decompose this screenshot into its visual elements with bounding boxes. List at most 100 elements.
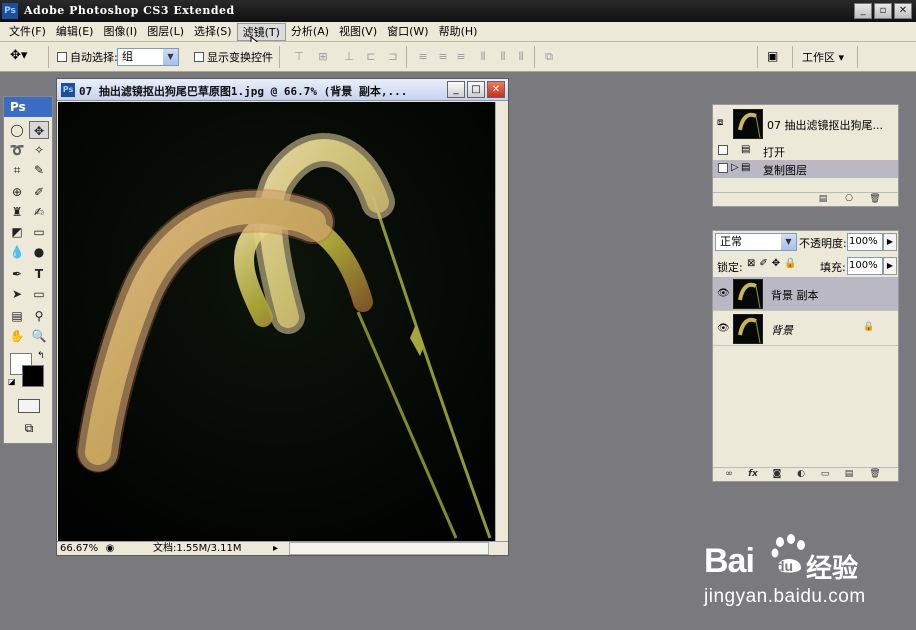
eyedropper-tool-icon[interactable]: ⚲ <box>29 307 49 325</box>
distribute-top-icon[interactable]: ≡ <box>414 50 432 64</box>
lock-pixels-icon[interactable]: ✐ <box>759 258 771 269</box>
swap-colors-icon[interactable]: ↰ <box>37 351 45 361</box>
history-state-current[interactable]: ▷ ▤ 复制图层 <box>713 160 898 178</box>
dodge-tool-icon[interactable]: ● <box>29 243 49 261</box>
path-selection-tool-icon[interactable]: ➤ <box>7 285 27 303</box>
bridge-icon[interactable]: ▣ <box>767 49 787 63</box>
slice-tool-icon[interactable]: ✎ <box>29 161 49 179</box>
snapshot-source-icon[interactable]: ⧈ <box>717 117 723 128</box>
doc-close-button[interactable]: ✕ <box>487 81 505 98</box>
snapshot-thumbnail <box>733 109 763 139</box>
menu-view[interactable]: 视图(V) <box>334 23 382 41</box>
adjustment-layer-icon[interactable]: ◐ <box>795 469 807 480</box>
marquee-tool-icon[interactable]: ◯ <box>7 121 27 139</box>
menu-file[interactable]: 文件(F) <box>4 23 51 41</box>
auto-align-layers-icon[interactable]: ⧉ <box>540 50 558 64</box>
new-group-folder-icon[interactable]: ▭ <box>819 469 831 480</box>
lock-transparency-icon[interactable]: ⊠ <box>747 258 759 269</box>
lock-all-icon[interactable]: 🔒 <box>784 258 800 269</box>
history-state-slider-icon[interactable]: ▷ <box>731 162 739 173</box>
brush-tool-icon[interactable]: ✐ <box>29 183 49 201</box>
distribute-vcenter-icon[interactable]: ≡ <box>434 50 452 64</box>
healing-brush-tool-icon[interactable]: ⊕ <box>7 183 27 201</box>
notes-tool-icon[interactable]: ▤ <box>7 307 27 325</box>
auto-select-dropdown[interactable]: 组 ▼ <box>117 48 179 66</box>
blend-mode-dropdown[interactable]: 正常 ▼ <box>715 233 797 251</box>
eye-visibility-icon[interactable]: 👁 <box>717 288 730 299</box>
layer-row[interactable]: 👁 背景 🔒 <box>713 312 898 346</box>
menu-select[interactable]: 选择(S) <box>189 23 237 41</box>
clone-stamp-tool-icon[interactable]: ♜ <box>7 203 27 221</box>
minimize-button[interactable]: _ <box>854 3 872 19</box>
menu-edit[interactable]: 编辑(E) <box>51 23 99 41</box>
horizontal-scrollbar[interactable] <box>289 542 489 555</box>
screen-mode-icon[interactable]: ⧉ <box>18 421 40 435</box>
menu-layer[interactable]: 图层(L) <box>142 23 189 41</box>
menu-help[interactable]: 帮助(H) <box>434 23 483 41</box>
align-bottom-icon[interactable]: ⊥ <box>340 50 358 64</box>
add-mask-icon[interactable]: ◙ <box>771 469 783 480</box>
lasso-tool-icon[interactable]: ➰ <box>7 141 27 159</box>
align-top-icon[interactable]: ⊤ <box>290 50 308 64</box>
shape-tool-icon[interactable]: ▭ <box>29 285 49 303</box>
document-title-bar[interactable]: Ps 07 抽出滤镜抠出狗尾巴草原图1.jpg @ 66.7% (背景 副本,.… <box>57 79 508 101</box>
close-button[interactable]: ✕ <box>894 3 912 19</box>
history-source-checkbox[interactable] <box>718 145 728 155</box>
workspace-menu[interactable]: 工作区 ▾ <box>802 49 844 65</box>
align-right-icon[interactable]: ⊐ <box>384 50 402 64</box>
zoom-level[interactable]: 66.67% <box>60 542 100 555</box>
menu-analysis[interactable]: 分析(A) <box>286 23 334 41</box>
show-transform-checkbox[interactable] <box>194 52 204 62</box>
align-left-icon[interactable]: ⊏ <box>362 50 380 64</box>
history-snapshot[interactable]: ⧈ 07 抽出滤镜抠出狗尾... <box>713 107 898 141</box>
default-colors-icon[interactable]: ◪ <box>8 377 16 386</box>
doc-maximize-button[interactable]: □ <box>467 81 485 98</box>
move-tool-icon[interactable]: ✥ <box>29 121 49 139</box>
history-source-checkbox[interactable] <box>718 163 728 173</box>
trash-icon[interactable]: 🗑 <box>869 469 881 480</box>
align-vcenter-icon[interactable]: ⊞ <box>314 50 332 64</box>
new-layer-icon[interactable]: ▤ <box>843 469 855 480</box>
new-document-from-state-icon[interactable]: ▤ <box>817 194 829 205</box>
baidu-jingyan-watermark: Bai du 经验 jingyan.baidu.com <box>704 534 904 614</box>
gradient-tool-icon[interactable]: ▭ <box>29 223 49 241</box>
layer-style-fx-icon[interactable]: fx <box>747 469 759 480</box>
auto-select-checkbox[interactable] <box>57 52 67 62</box>
vertical-scrollbar[interactable] <box>495 102 508 541</box>
fill-input[interactable]: 100% <box>847 257 883 275</box>
lock-position-icon[interactable]: ✥ <box>772 258 784 269</box>
restore-button[interactable]: ▫ <box>874 3 892 19</box>
opacity-slider-arrow-icon[interactable]: ▶ <box>883 233 897 251</box>
status-menu-icon[interactable]: ◉ <box>103 542 117 555</box>
distribute-left-icon[interactable]: ⫴ <box>474 50 492 64</box>
magic-wand-tool-icon[interactable]: ✧ <box>29 141 49 159</box>
menu-window[interactable]: 窗口(W) <box>382 23 433 41</box>
layers-panel: 正常 ▼ 不透明度: 100% ▶ 锁定: ⊠✐✥🔒 填充: 100% ▶ 👁 … <box>712 230 899 482</box>
distribute-bottom-icon[interactable]: ≡ <box>452 50 470 64</box>
zoom-tool-icon[interactable]: 🔍 <box>29 327 49 345</box>
blur-tool-icon[interactable]: 💧 <box>7 243 27 261</box>
crop-tool-icon[interactable]: ⌗ <box>7 161 27 179</box>
opacity-input[interactable]: 100% <box>847 233 883 251</box>
quick-mask-mode-icon[interactable] <box>18 399 40 413</box>
snapshot-camera-icon[interactable]: ⎔ <box>843 194 855 205</box>
trash-icon[interactable]: 🗑 <box>869 194 881 205</box>
doc-minimize-button[interactable]: _ <box>447 81 465 98</box>
fill-slider-arrow-icon[interactable]: ▶ <box>883 257 897 275</box>
eye-visibility-icon[interactable]: 👁 <box>717 323 730 334</box>
layer-row[interactable]: 👁 背景 副本 <box>713 277 898 311</box>
type-tool-icon[interactable]: T <box>29 265 49 283</box>
distribute-right-icon[interactable]: ⫴ <box>512 50 530 64</box>
history-brush-tool-icon[interactable]: ✍ <box>29 203 49 221</box>
background-color-swatch[interactable] <box>22 365 44 387</box>
distribute-hcenter-icon[interactable]: ⫴ <box>494 50 512 64</box>
move-tool-preset-icon[interactable]: ✥▾ <box>10 48 27 63</box>
pen-tool-icon[interactable]: ✒ <box>7 265 27 283</box>
link-layers-icon[interactable]: ∞ <box>723 469 735 480</box>
eraser-tool-icon[interactable]: ◩ <box>7 223 27 241</box>
history-state[interactable]: ▤ 打开 <box>713 142 898 160</box>
status-popup-arrow-icon[interactable]: ▸ <box>273 542 285 555</box>
menu-image[interactable]: 图像(I) <box>98 23 142 41</box>
image-canvas[interactable] <box>58 102 495 541</box>
hand-tool-icon[interactable]: ✋ <box>7 327 27 345</box>
